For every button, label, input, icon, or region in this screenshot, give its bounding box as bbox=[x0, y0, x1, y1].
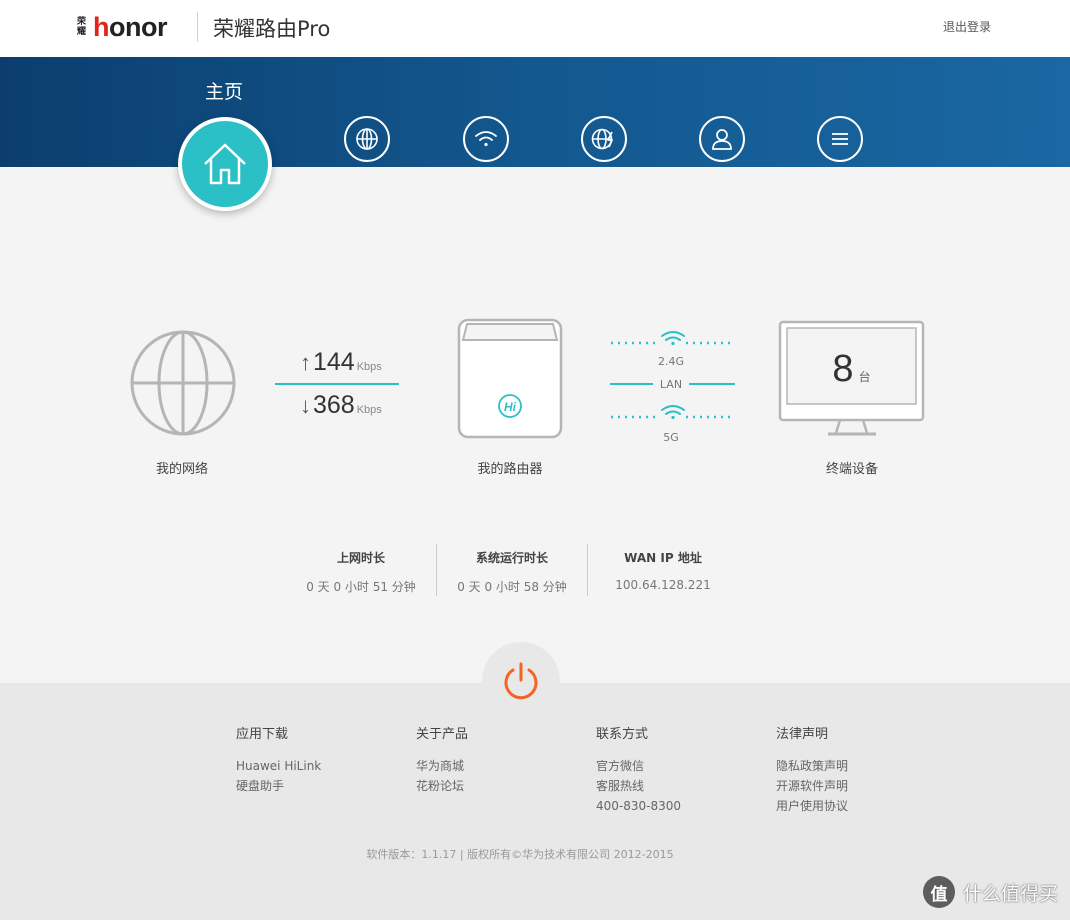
logo-cn-text: 荣耀 bbox=[77, 17, 87, 37]
honor-logo: 荣耀 honor bbox=[77, 11, 168, 42]
arrow-up-icon: ↑ bbox=[300, 350, 311, 375]
footer-col-title: 关于产品 bbox=[416, 727, 469, 742]
logo-text-h: h bbox=[93, 11, 110, 42]
footer-link-wechat[interactable]: 官方微信 bbox=[596, 756, 681, 776]
nav-menu-button[interactable] bbox=[817, 116, 863, 162]
internet-globe-icon[interactable] bbox=[130, 330, 236, 436]
main-nav: 主页 bbox=[0, 57, 1070, 167]
upload-value: 144 bbox=[313, 348, 355, 376]
devices-unit: 台 bbox=[858, 370, 871, 384]
band-5g-label: 5G bbox=[663, 431, 679, 444]
lan-label: LAN bbox=[659, 378, 683, 391]
home-icon bbox=[204, 143, 246, 185]
logout-link[interactable]: 退出登录 bbox=[943, 18, 991, 35]
wifi-icon bbox=[475, 131, 497, 147]
my-router-label: 我的路由器 bbox=[477, 462, 543, 477]
download-speed: ↓368 Kbps bbox=[300, 391, 382, 420]
footer-col-contact: 联系方式 官方微信 客服热线 400-830-8300 bbox=[596, 723, 681, 816]
devices-count: 8 bbox=[832, 348, 854, 390]
stat-title: 上网时长 bbox=[336, 551, 385, 565]
footer-link-open-source[interactable]: 开源软件声明 bbox=[776, 776, 848, 796]
watermark: 值 什么值得买 bbox=[922, 876, 1058, 908]
footer-link-privacy[interactable]: 隐私政策声明 bbox=[776, 756, 848, 776]
power-icon bbox=[504, 662, 538, 700]
download-value: 368 bbox=[313, 391, 355, 419]
speed-divider bbox=[275, 383, 399, 385]
logo-text-rest: onor bbox=[109, 11, 168, 42]
footer bbox=[0, 683, 1070, 920]
footer-col-title: 应用下载 bbox=[236, 727, 289, 742]
footer-col-about: 关于产品 华为商城 花粉论坛 bbox=[416, 723, 468, 796]
product-name: 荣耀路由Pro bbox=[213, 17, 331, 41]
menu-icon bbox=[832, 133, 848, 145]
footer-link-hotline[interactable]: 客服热线 bbox=[596, 776, 681, 796]
router-icon[interactable]: Hi bbox=[457, 318, 563, 440]
wan-ip-stat: WAN IP 地址 100.64.128.221 bbox=[588, 549, 738, 592]
user-icon bbox=[712, 129, 732, 150]
stat-value: 100.64.128.221 bbox=[615, 578, 711, 592]
watermark-logo: 值 bbox=[922, 876, 955, 908]
nav-wifi-button[interactable] bbox=[463, 116, 509, 162]
logo-divider bbox=[197, 12, 198, 42]
footer-link-forum[interactable]: 花粉论坛 bbox=[416, 776, 468, 796]
footer-hotline-number: 400-830-8300 bbox=[596, 799, 682, 813]
wifi-5g-icon bbox=[661, 405, 685, 420]
nav-internet-button[interactable] bbox=[344, 116, 390, 162]
stat-title: 系统运行时长 bbox=[475, 551, 548, 565]
globe-lightning-icon bbox=[591, 128, 613, 150]
nav-home-label: 主页 bbox=[205, 81, 244, 103]
upload-unit: Kbps bbox=[356, 361, 382, 373]
svg-text:Hi: Hi bbox=[504, 400, 517, 414]
my-network-label: 我的网络 bbox=[155, 462, 208, 477]
footer-link-disk-helper[interactable]: 硬盘助手 bbox=[236, 776, 321, 796]
stat-value: 0 天 0 小时 58 分钟 bbox=[457, 580, 567, 594]
footer-link-vmall[interactable]: 华为商城 bbox=[416, 756, 468, 776]
terminal-devices-label: 终端设备 bbox=[825, 462, 878, 477]
nav-user-button[interactable] bbox=[699, 116, 745, 162]
copyright-text: 软件版本：1.1.17 | 版权所有©华为技术有限公司 2012-2015 bbox=[366, 848, 674, 861]
footer-col-legal: 法律声明 隐私政策声明 开源软件声明 用户使用协议 bbox=[776, 723, 848, 816]
footer-link-hilink[interactable]: Huawei HiLink bbox=[236, 756, 321, 776]
upload-speed: ↑144 Kbps bbox=[300, 348, 382, 377]
band-24g-label: 2.4G bbox=[657, 355, 685, 368]
top-bar: 荣耀 honor 荣耀路由Pro 退出登录 bbox=[0, 0, 1070, 57]
online-time-stat: 上网时长 0 天 0 小时 51 分钟 bbox=[286, 549, 436, 595]
footer-col-title: 法律声明 bbox=[776, 727, 829, 742]
wifi-24g-icon bbox=[661, 331, 685, 346]
stat-value: 0 天 0 小时 51 分钟 bbox=[306, 580, 416, 594]
stat-title: WAN IP 地址 bbox=[624, 551, 702, 565]
power-button[interactable] bbox=[482, 642, 560, 720]
footer-col-app-download: 应用下载 Huawei HiLink 硬盘助手 bbox=[236, 723, 321, 796]
terminal-devices-button[interactable]: 8 台 bbox=[778, 320, 925, 438]
footer-col-title: 联系方式 bbox=[596, 727, 649, 742]
nav-network-settings-button[interactable] bbox=[581, 116, 627, 162]
nav-home-button[interactable] bbox=[178, 117, 272, 211]
uptime-stat: 系统运行时长 0 天 0 小时 58 分钟 bbox=[437, 549, 587, 595]
footer-link-user-agreement[interactable]: 用户使用协议 bbox=[776, 796, 848, 816]
download-unit: Kbps bbox=[356, 404, 382, 416]
globe-icon bbox=[356, 128, 378, 150]
watermark-text: 什么值得买 bbox=[962, 882, 1058, 905]
connection-links bbox=[610, 331, 735, 420]
arrow-down-icon: ↓ bbox=[300, 393, 311, 418]
